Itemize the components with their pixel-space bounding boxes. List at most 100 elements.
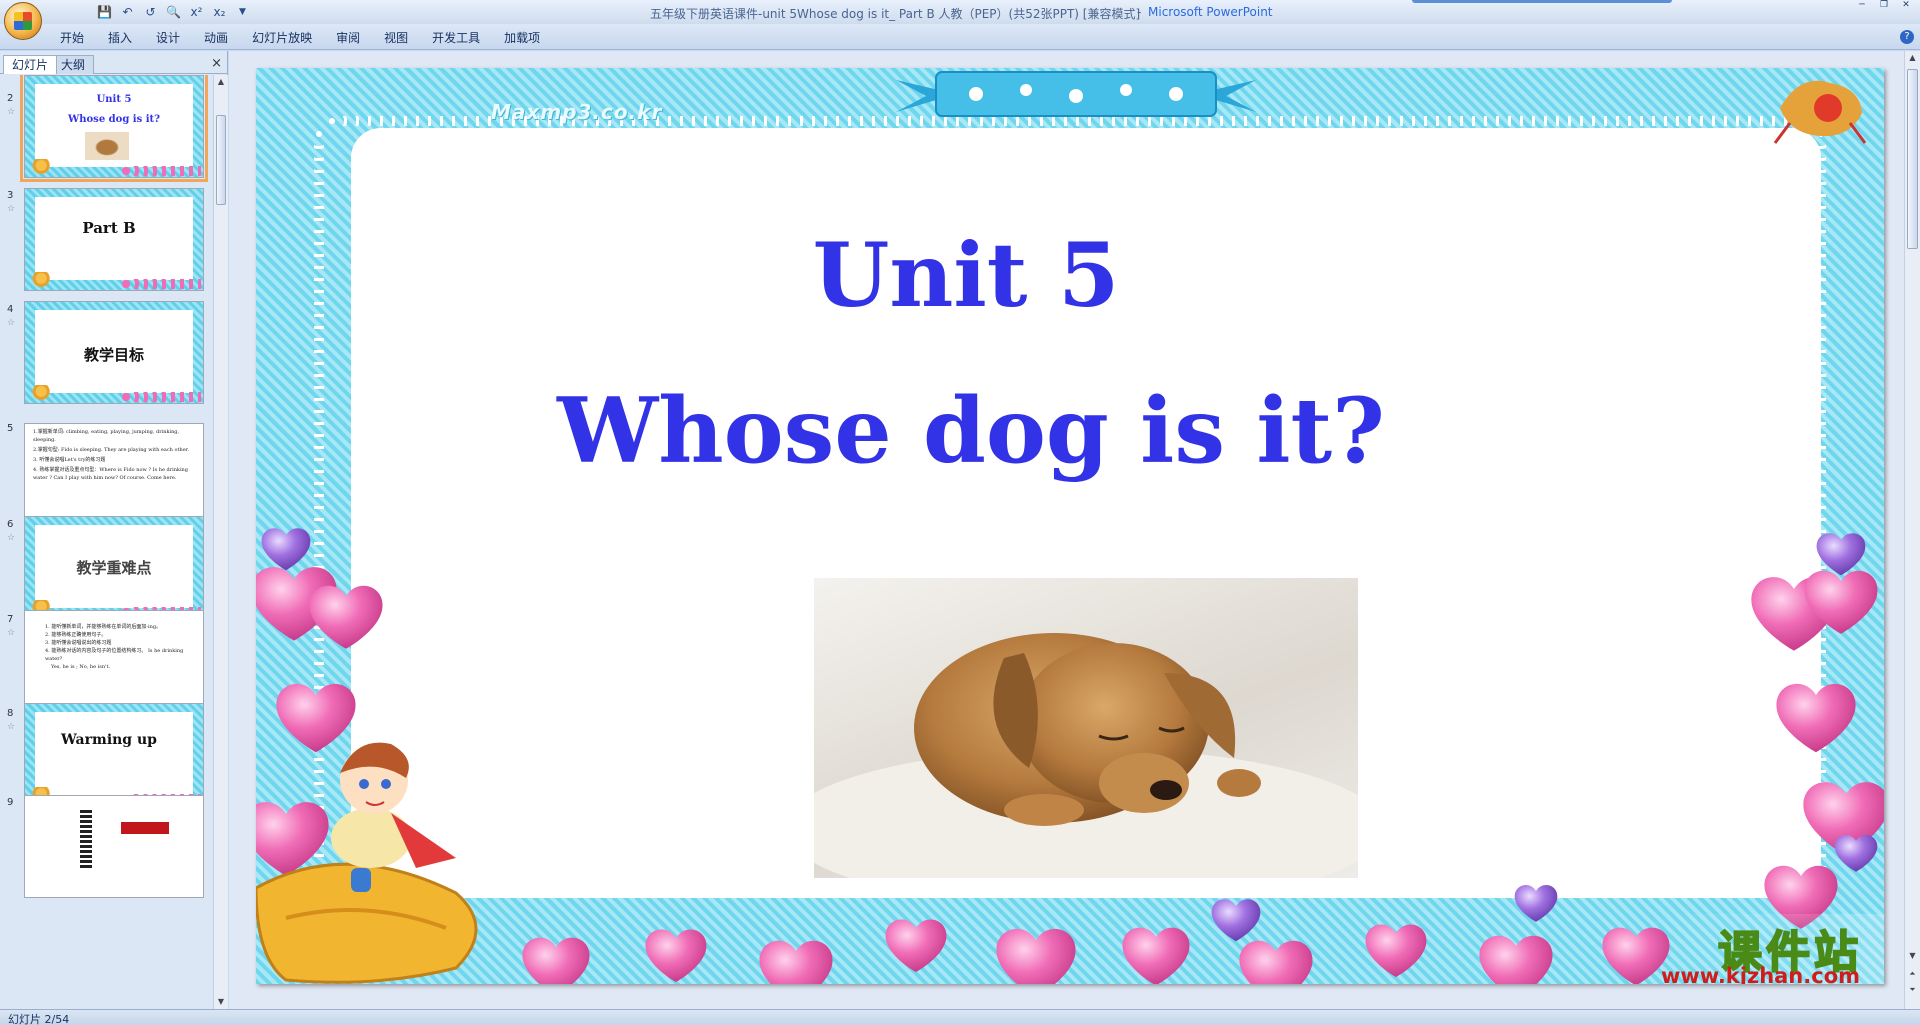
slide-counter: 幻灯片 2/54 <box>8 1013 70 1025</box>
window-title-document: 五年级下册英语课件-unit 5Whose dog is it_ Part B … <box>650 7 1141 21</box>
office-logo-icon <box>14 12 32 30</box>
status-bar: 幻灯片 2/54 <box>0 1009 1920 1025</box>
slide-title[interactable]: Unit 5 <box>736 223 1196 327</box>
tab-slides[interactable]: 幻灯片 <box>3 55 58 74</box>
thumb-boy <box>28 159 50 175</box>
animation-star-icon: ☆ <box>7 628 16 638</box>
scroll-down-icon[interactable]: ▼ <box>1907 951 1918 960</box>
tab-home[interactable]: 开始 <box>50 30 98 46</box>
slide-thumbnail-list: 2 ☆ Unit 5 Whose dog is it? 3 ☆ Part B 4… <box>0 75 212 1009</box>
scroll-up-icon[interactable]: ▲ <box>1907 53 1918 62</box>
quick-access-toolbar: 💾 ↶ ↺ 🔍 x² x₂ ▼ <box>48 3 251 21</box>
thumb-text-line: Yes, he is ; No, he isn't. <box>51 664 111 670</box>
thumb-number: 3 <box>7 190 14 201</box>
watermark: 课件站 www.kjzhan.com <box>1640 914 1884 984</box>
powerpoint-window: 💾 ↶ ↺ 🔍 x² x₂ ▼ 五年级下册英语课件-unit 5Whose do… <box>0 0 1920 1025</box>
animation-star-icon: ☆ <box>7 107 16 117</box>
sleeping-puppy-image[interactable] <box>814 578 1358 878</box>
thumb-text-line: 2. 能够熟练正确使用句子。 <box>45 632 107 638</box>
subscript-icon[interactable]: x₂ <box>211 4 228 21</box>
ribbon-tabs-bar: 开始 插入 设计 动画 幻灯片放映 审阅 视图 开发工具 加载项 ? <box>0 24 1920 50</box>
thumb-canvas <box>35 197 193 280</box>
animation-star-icon: ☆ <box>7 722 16 732</box>
next-slide-icon[interactable]: ⏷ <box>1907 985 1918 995</box>
thumb-title: 教学目标 <box>83 346 144 364</box>
help-icon[interactable]: ? <box>1900 30 1914 44</box>
thumb-text-line: 2.掌握句型: Fido is sleeping. They are playi… <box>33 447 190 453</box>
office-button[interactable] <box>4 2 42 40</box>
scroll-up-icon[interactable]: ▲ <box>216 77 226 87</box>
tab-developer[interactable]: 开发工具 <box>422 30 494 46</box>
thumb-text-line: 4. 能熟练对话的内容及句子的位置结构练习。 Is he drinking wa… <box>45 648 184 662</box>
slide-thumbnail-2[interactable]: Unit 5 Whose dog is it? <box>20 75 208 182</box>
redo-icon[interactable]: ↺ <box>142 4 159 21</box>
slide-thumbnail-6[interactable]: 教学重难点 <box>24 516 204 619</box>
tab-outline[interactable]: 大纲 <box>52 55 95 74</box>
slide-thumbnail-3[interactable]: Part B <box>24 188 204 291</box>
slide-editor: Maxmp3.co.kr Unit 5 Whose dog is it? 课件站… <box>229 51 1920 1009</box>
thumb-title: 教学重难点 <box>76 559 152 577</box>
animation-star-icon: ☆ <box>7 533 16 543</box>
thumb-canvas <box>35 712 193 795</box>
window-controls: ─ ❐ ✕ <box>1852 1 1916 12</box>
minimize-icon[interactable]: ─ <box>1852 1 1872 12</box>
thumb-title: Part B <box>82 219 136 237</box>
superscript-icon[interactable]: x² <box>188 4 205 21</box>
thumb-title: Warming up <box>61 732 157 748</box>
previous-slide-icon[interactable]: ⏶ <box>1907 969 1918 979</box>
boy-on-leaf-character <box>256 742 478 984</box>
watermark-url: www.kjzhan.com <box>1660 964 1860 984</box>
thumb-text-line: 3. 能听懂会说唱说出的练习题 <box>45 640 112 646</box>
thumb-boy <box>28 385 50 401</box>
thumb-number: 7 <box>7 614 14 625</box>
slide-canvas[interactable]: Maxmp3.co.kr Unit 5 Whose dog is it? 课件站… <box>256 68 1884 984</box>
print-preview-icon[interactable]: 🔍 <box>165 4 182 21</box>
slide-vertical-scrollbar[interactable]: ▲ ▼ ⏶ ⏷ <box>1904 51 1920 1009</box>
customize-toolbar-icon[interactable]: ▼ <box>234 4 251 21</box>
restore-icon[interactable]: ❐ <box>1874 1 1894 12</box>
window-title-separator: - <box>1137 5 1142 19</box>
slide-thumbnail-5[interactable]: 1.掌握新单词: climbing, eating, playing, jump… <box>24 423 204 526</box>
title-bar: 💾 ↶ ↺ 🔍 x² x₂ ▼ 五年级下册英语课件-unit 5Whose do… <box>0 0 1920 24</box>
thumb-text-line: 1.掌握新单词: climbing, eating, playing, jump… <box>33 429 180 443</box>
ribbon-tabs: 开始 插入 设计 动画 幻灯片放映 审阅 视图 开发工具 加载项 <box>50 30 554 46</box>
slides-pane: 幻灯片 大纲 × 2 ☆ Unit 5 Whose dog is it? 3 ☆ <box>0 51 228 1009</box>
scroll-down-icon[interactable]: ▼ <box>216 997 226 1007</box>
thumb-number: 2 <box>7 93 14 104</box>
slide-subtitle[interactable]: Whose dog is it? <box>466 378 1476 484</box>
slide-thumbnail-9[interactable] <box>24 795 204 898</box>
tab-design[interactable]: 设计 <box>146 30 194 46</box>
thumb-number: 9 <box>7 797 14 808</box>
thumb-dog-image <box>85 132 129 160</box>
pane-scroll-thumb[interactable] <box>216 115 226 205</box>
animation-star-icon: ☆ <box>7 204 16 214</box>
animation-star-icon: ☆ <box>7 318 16 328</box>
tab-slideshow[interactable]: 幻灯片放映 <box>242 30 326 46</box>
thumb-hearts <box>121 392 201 402</box>
close-icon[interactable]: ✕ <box>1896 1 1916 12</box>
thumb-subtitle: Whose dog is it? <box>68 114 160 125</box>
title-bar-accent <box>1412 0 1672 3</box>
slide-thumbnail-7[interactable]: 1. 能听懂新单词，并能够熟练在单词的后面加-ing。 2. 能够熟练正确使用句… <box>24 610 204 713</box>
puppy-illustration <box>814 633 1358 878</box>
save-icon[interactable]: 💾 <box>96 4 113 21</box>
slide-scroll-thumb[interactable] <box>1907 69 1918 249</box>
thumb-text-line: 3. 听懂会说唱Let's try的练习题 <box>33 457 106 463</box>
thumb-hearts <box>121 166 201 176</box>
tab-review[interactable]: 审阅 <box>326 30 374 46</box>
tab-insert[interactable]: 插入 <box>98 30 146 46</box>
thumb-text-line: 4. 熟练掌握对话及重点句型：Where is Fido now ? Is he… <box>33 467 188 481</box>
thumb-boy <box>28 272 50 288</box>
undo-icon[interactable]: ↶ <box>119 4 136 21</box>
tab-view[interactable]: 视图 <box>374 30 422 46</box>
window-title-app: Microsoft PowerPoint <box>1148 5 1273 19</box>
pane-close-icon[interactable]: × <box>211 57 222 71</box>
slide-thumbnail-8[interactable]: Warming up <box>24 703 204 806</box>
tab-animations[interactable]: 动画 <box>194 30 242 46</box>
thumb-number: 5 <box>7 423 14 434</box>
tab-addins[interactable]: 加载项 <box>494 30 554 46</box>
pane-scrollbar[interactable]: ▲ ▼ <box>213 75 228 1009</box>
slide-thumbnail-4[interactable]: 教学目标 <box>24 301 204 404</box>
thumb-text-line: 1. 能听懂新单词，并能够熟练在单词的后面加-ing。 <box>45 624 162 630</box>
thumb-number: 4 <box>7 304 14 315</box>
